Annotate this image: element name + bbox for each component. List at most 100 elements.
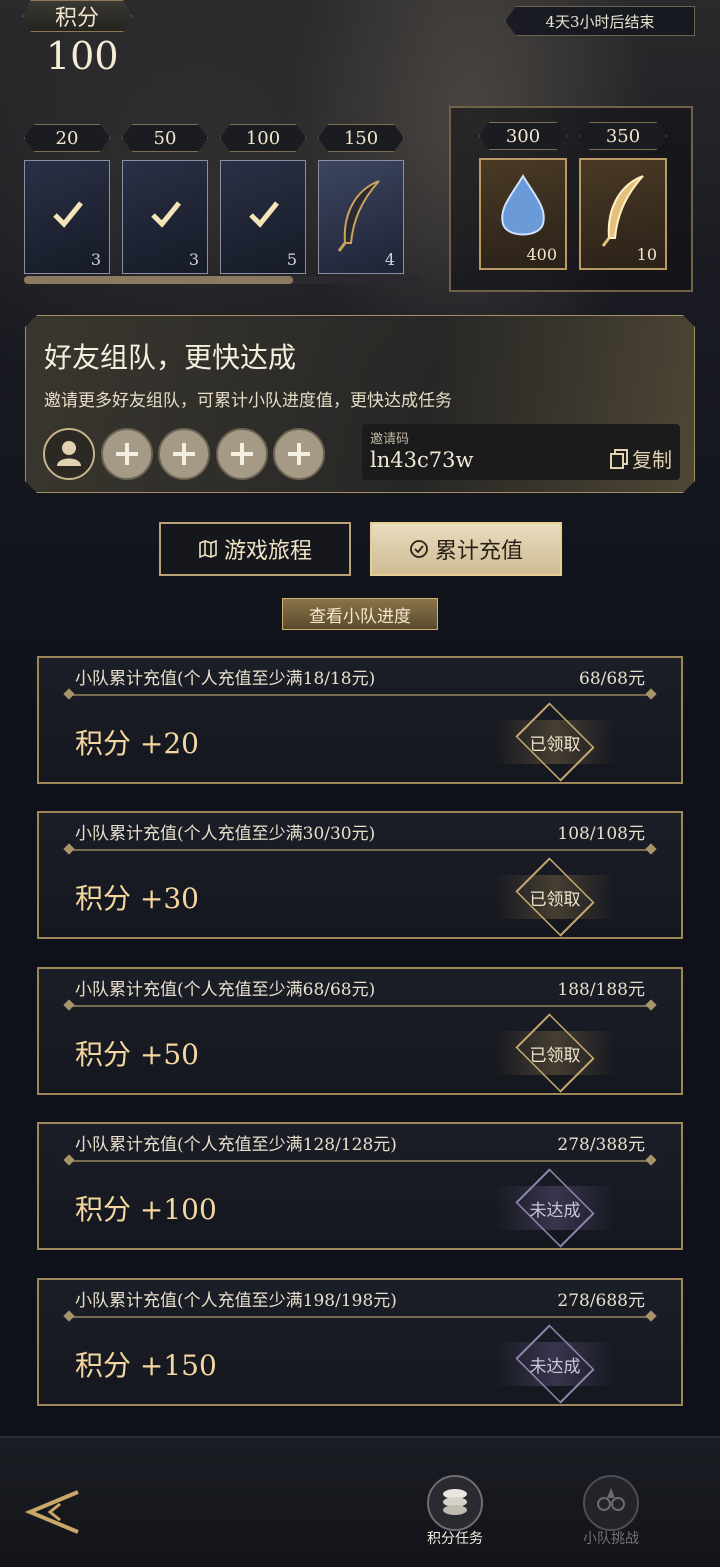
blue-crystal-icon: 400 — [479, 158, 567, 270]
user-icon — [45, 430, 93, 478]
milestone-cost: 100 — [220, 124, 306, 152]
task-progress: 278/388元 — [557, 1135, 645, 1155]
milestone-cost: 50 — [122, 124, 208, 152]
task-progress: 278/688元 — [557, 1291, 645, 1311]
tab-label: 累计充值 — [434, 539, 523, 564]
bonus-cost: 350 — [579, 122, 667, 150]
task-description: 小队累计充值(个人充值至少满128/128元) — [75, 1135, 397, 1155]
points-label: 积分 — [54, 6, 99, 31]
copy-icon — [610, 449, 628, 469]
game-logo-icon — [24, 1490, 79, 1534]
add-member-button[interactable] — [273, 428, 325, 480]
claimed-badge: 已领取 — [495, 702, 615, 782]
task-reward: 积分 +100 — [75, 1193, 217, 1226]
milestone-count: 4 — [384, 250, 395, 269]
tab-label: 游戏旅程 — [223, 539, 312, 564]
nav-label: 积分任务 — [427, 1531, 483, 1547]
divider — [69, 1316, 651, 1318]
treasure-chest-icon: 3 — [24, 160, 110, 274]
unmet-badge: 未达成 — [495, 1168, 615, 1248]
milestone-progress-fill — [24, 276, 294, 284]
copy-button[interactable]: 复制 — [610, 444, 672, 473]
bonus-cost: 300 — [479, 122, 567, 150]
task-card: 小队累计充值(个人充值至少满18/18元) 68/68元 积分 +20 已领取 — [37, 656, 683, 784]
dark-feather-icon: 4 — [318, 160, 404, 274]
unmet-badge: 未达成 — [495, 1324, 615, 1404]
plus-icon — [103, 430, 151, 478]
nav-label: 小队挑战 — [583, 1531, 639, 1547]
task-status-label: 未达成 — [529, 1356, 581, 1377]
invite-code-label: 邀请码 — [370, 432, 410, 447]
task-card: 小队累计充值(个人充值至少满68/68元) 188/188元 积分 +50 已领… — [37, 967, 683, 1095]
points-label-tag: 积分 — [22, 0, 132, 32]
divider — [69, 849, 651, 851]
task-description: 小队累计充值(个人充值至少满68/68元) — [75, 980, 376, 1000]
add-member-button[interactable] — [158, 428, 210, 480]
bonus-count: 400 — [526, 245, 557, 264]
tab-cumulative-recharge[interactable]: 累计充值 — [370, 522, 562, 576]
nav-points-tasks[interactable]: 积分任务 — [420, 1474, 490, 1548]
task-progress: 108/108元 — [557, 824, 645, 844]
milestone-count: 3 — [90, 250, 101, 269]
team-title: 好友组队，更快达成 — [44, 341, 297, 374]
milestone-count: 5 — [286, 250, 297, 269]
plus-icon — [218, 430, 266, 478]
bottom-nav: 积分任务 小队挑战 — [0, 1436, 720, 1567]
event-timer: 4天3小时后结束 — [505, 6, 695, 36]
invite-code-box: 邀请码 ln43c73w 复制 — [362, 424, 680, 480]
claimed-badge: 已领取 — [495, 857, 615, 937]
claimed-badge: 已领取 — [495, 1013, 615, 1093]
task-status-label: 已领取 — [529, 1045, 581, 1066]
task-description: 小队累计充值(个人充值至少满18/18元) — [75, 669, 376, 689]
task-reward: 积分 +50 — [75, 1038, 199, 1071]
milestone-cost: 150 — [318, 124, 404, 152]
coin-stack-icon — [427, 1475, 483, 1531]
check-icon — [151, 201, 181, 228]
task-description: 小队累计充值(个人充值至少满198/198元) — [75, 1291, 397, 1311]
task-reward: 积分 +150 — [75, 1349, 217, 1382]
avatar — [43, 428, 95, 480]
milestone-count: 3 — [188, 250, 199, 269]
feather-shape — [337, 180, 380, 252]
task-description: 小队累计充值(个人充值至少满30/30元) — [75, 824, 376, 844]
team-invite-panel: 好友组队，更快达成 邀请更多好友组队，可累计小队进度值，更快达成任务 邀请码 l… — [25, 315, 695, 493]
tab-game-journey[interactable]: 游戏旅程 — [159, 522, 351, 576]
milestone-cost: 20 — [24, 124, 110, 152]
invite-code-value: ln43c73w — [370, 448, 474, 472]
recharge-icon — [410, 540, 428, 558]
nav-team-challenge[interactable]: 小队挑战 — [576, 1474, 646, 1548]
treasure-chest-icon: 5 — [220, 160, 306, 274]
task-reward: 积分 +20 — [75, 727, 199, 760]
map-icon — [199, 539, 217, 559]
task-card: 小队累计充值(个人充值至少满30/30元) 108/108元 积分 +30 已领… — [37, 811, 683, 939]
add-member-button[interactable] — [216, 428, 268, 480]
plus-icon — [275, 430, 323, 478]
plus-icon — [160, 430, 208, 478]
task-status-label: 已领取 — [529, 734, 581, 755]
task-progress: 68/68元 — [579, 669, 645, 689]
points-value: 100 — [46, 34, 119, 78]
add-member-button[interactable] — [101, 428, 153, 480]
divider — [69, 1005, 651, 1007]
task-card: 小队累计充值(个人充值至少满198/198元) 278/688元 积分 +150… — [37, 1278, 683, 1406]
task-status-label: 未达成 — [529, 1200, 581, 1221]
team-crest-icon — [583, 1475, 639, 1531]
team-subtitle: 邀请更多好友组队，可累计小队进度值，更快达成任务 — [44, 391, 452, 411]
divider — [69, 694, 651, 696]
bonus-count: 10 — [636, 245, 657, 264]
task-progress: 188/188元 — [557, 980, 645, 1000]
divider — [69, 1160, 651, 1162]
check-icon — [249, 201, 279, 228]
task-reward: 积分 +30 — [75, 882, 199, 915]
golden-feather-icon: 10 — [579, 158, 667, 270]
task-status-label: 已领取 — [529, 889, 581, 910]
bonus-rewards-panel: 300 400 350 10 — [449, 106, 693, 292]
golden-feather-shape — [601, 175, 644, 247]
copy-label: 复制 — [632, 448, 672, 472]
task-card: 小队累计充值(个人充值至少满128/128元) 278/388元 积分 +100… — [37, 1122, 683, 1250]
view-team-progress-button[interactable]: 查看小队进度 — [282, 598, 438, 630]
crystal-shape — [501, 174, 545, 236]
check-icon — [53, 201, 83, 228]
treasure-chest-icon: 3 — [122, 160, 208, 274]
milestone-progress-bar — [24, 276, 420, 284]
